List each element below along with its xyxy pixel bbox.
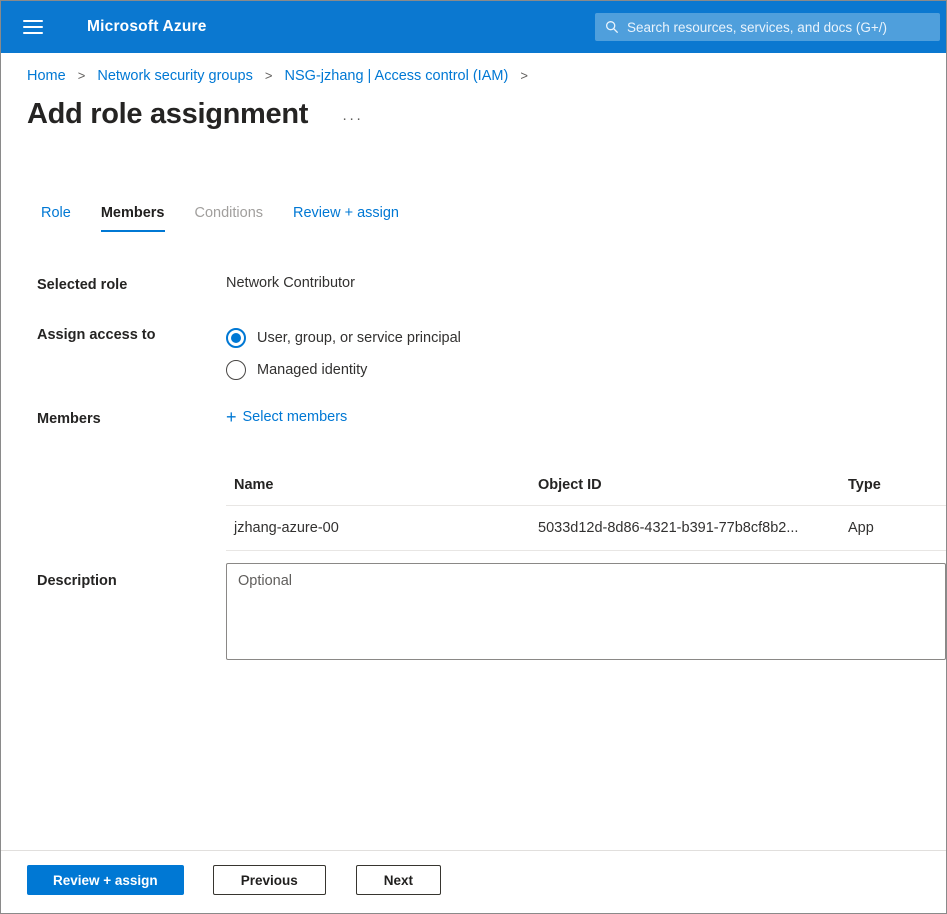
next-button[interactable]: Next <box>356 865 441 895</box>
breadcrumb-separator: > <box>78 68 86 83</box>
breadcrumb-network-security-groups[interactable]: Network security groups <box>97 68 253 84</box>
column-header-type: Type <box>848 477 946 493</box>
page-title: Add role assignment <box>27 98 308 131</box>
hamburger-menu-icon[interactable] <box>23 20 43 34</box>
topbar: Microsoft Azure <box>1 1 946 53</box>
description-input[interactable] <box>226 563 946 660</box>
search-input[interactable] <box>627 20 930 35</box>
azure-portal-window: Microsoft Azure Home > Network security … <box>0 0 947 914</box>
description-label: Description <box>37 563 226 660</box>
breadcrumb-separator: > <box>520 68 528 83</box>
breadcrumb-nsg-iam[interactable]: NSG-jzhang | Access control (IAM) <box>285 68 509 84</box>
tab-conditions: Conditions <box>195 205 264 232</box>
radio-selected-icon[interactable] <box>226 328 246 348</box>
members-table: Name Object ID Type jzhang-azure-00 5033… <box>226 465 946 551</box>
title-row: Add role assignment ··· <box>27 98 946 131</box>
table-header-row: Name Object ID Type <box>226 465 946 506</box>
member-type: App <box>848 520 946 536</box>
review-assign-button[interactable]: Review + assign <box>27 865 184 895</box>
brand-logo: Microsoft Azure <box>87 18 207 36</box>
radio-unselected-icon[interactable] <box>226 360 246 380</box>
members-row: Members + Select members <box>1 409 946 427</box>
previous-button[interactable]: Previous <box>213 865 326 895</box>
plus-icon: + <box>226 410 237 424</box>
more-icon[interactable]: ··· <box>342 110 363 127</box>
column-header-name: Name <box>226 477 538 493</box>
select-members-label: Select members <box>243 409 348 425</box>
members-label: Members <box>37 409 226 427</box>
assign-access-row: Assign access to User, group, or service… <box>1 325 946 383</box>
radio-managed-identity[interactable]: Managed identity <box>226 357 946 383</box>
tab-review-assign[interactable]: Review + assign <box>293 205 399 232</box>
radio-label: User, group, or service principal <box>257 330 461 346</box>
member-object-id: 5033d12d-8d86-4321-b391-77b8cf8b2... <box>538 520 848 536</box>
selected-role-value: Network Contributor <box>226 275 946 293</box>
breadcrumb-separator: > <box>265 68 273 83</box>
table-row[interactable]: jzhang-azure-00 5033d12d-8d86-4321-b391-… <box>226 506 946 551</box>
column-header-object-id: Object ID <box>538 477 848 493</box>
selected-role-row: Selected role Network Contributor <box>1 275 946 293</box>
radio-label: Managed identity <box>257 362 367 378</box>
select-members-link[interactable]: + Select members <box>226 409 347 425</box>
breadcrumb-home[interactable]: Home <box>27 68 66 84</box>
tab-bar: Role Members Conditions Review + assign <box>41 205 946 232</box>
selected-role-label: Selected role <box>37 275 226 293</box>
description-row: Description <box>1 563 946 660</box>
member-name: jzhang-azure-00 <box>226 520 538 536</box>
role-assignment-form: Selected role Network Contributor Assign… <box>1 275 946 660</box>
breadcrumb: Home > Network security groups > NSG-jzh… <box>1 53 946 84</box>
tab-members[interactable]: Members <box>101 205 165 232</box>
assign-access-label: Assign access to <box>37 325 226 383</box>
footer-actions: Review + assign Previous Next <box>1 850 946 913</box>
global-search[interactable] <box>595 13 940 41</box>
tab-role[interactable]: Role <box>41 205 71 232</box>
radio-user-group-service-principal[interactable]: User, group, or service principal <box>226 325 946 351</box>
search-icon <box>605 20 619 34</box>
